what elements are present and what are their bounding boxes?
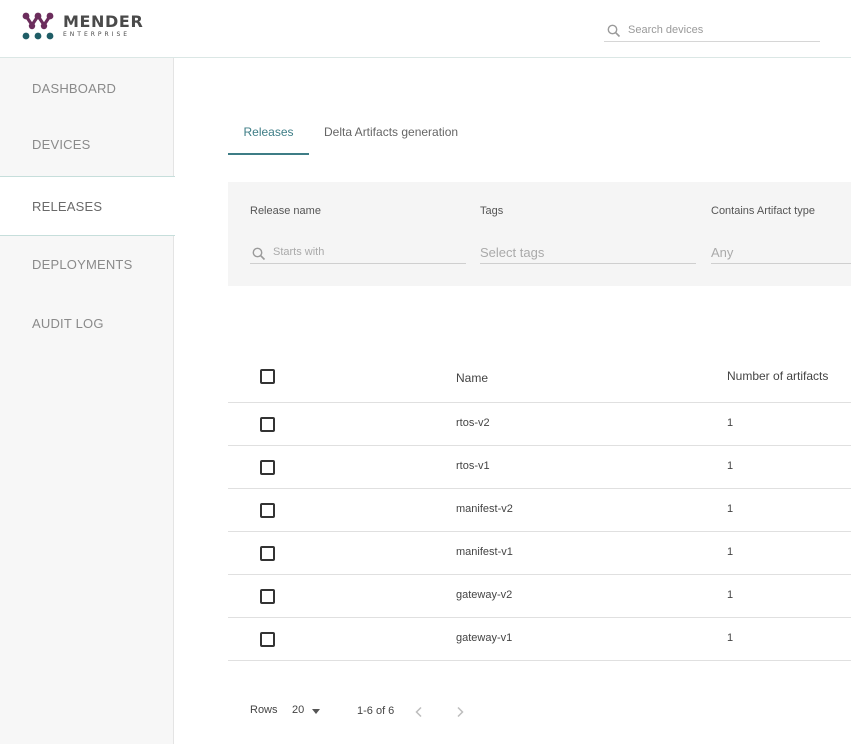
table-row[interactable]: gateway-v1 1	[228, 618, 851, 661]
sidebar-item-label: DASHBOARD	[32, 80, 117, 96]
table-row[interactable]: manifest-v2 1	[228, 489, 851, 532]
release-name: manifest-v1	[456, 546, 513, 558]
filter-panel: Release name Starts with Tags Select tag…	[228, 182, 851, 286]
sidebar-item-label: DEVICES	[32, 136, 91, 152]
table-row[interactable]: manifest-v1 1	[228, 532, 851, 575]
pagination: Rows 20 1-6 of 6	[228, 700, 851, 724]
chevron-left-icon[interactable]	[412, 705, 426, 719]
search-icon	[607, 24, 621, 38]
release-name: rtos-v2	[456, 417, 490, 429]
artifact-count: 1	[727, 589, 734, 601]
artifact-type-select[interactable]: Any	[711, 241, 851, 264]
release-name: rtos-v1	[456, 460, 490, 472]
logo-subtitle: ENTERPRISE	[63, 30, 131, 38]
tags-label: Tags	[480, 205, 504, 217]
caret-down-icon	[312, 708, 321, 714]
sidebar-item-label: DEPLOYMENTS	[32, 256, 133, 272]
table-row[interactable]: rtos-v1 1	[228, 446, 851, 489]
releases-table: Name Number of artifacts rtos-v2 1 rtos-…	[228, 355, 851, 661]
device-search	[604, 19, 820, 42]
release-name-placeholder: Starts with	[273, 246, 325, 258]
sidebar-item-dashboard[interactable]: DASHBOARD	[0, 58, 174, 118]
sidebar-item-deployments[interactable]: DEPLOYMENTS	[0, 234, 174, 294]
row-checkbox[interactable]	[260, 417, 275, 432]
rows-label: Rows	[250, 704, 278, 716]
search-icon	[252, 247, 266, 260]
artifact-count: 1	[727, 632, 734, 644]
table-header: Name Number of artifacts	[228, 355, 851, 403]
row-checkbox[interactable]	[260, 632, 275, 647]
mender-logo-icon	[22, 12, 54, 40]
sidebar-item-audit-log[interactable]: AUDIT LOG	[0, 293, 174, 353]
release-name: gateway-v1	[456, 632, 513, 644]
release-tabs: Releases Delta Artifacts generation	[228, 118, 851, 155]
artifact-count: 1	[727, 417, 734, 429]
sidebar: DASHBOARD DEVICES RELEASES DEPLOYMENTS A…	[0, 58, 175, 744]
sidebar-item-label: RELEASES	[32, 198, 103, 214]
column-header-artifacts[interactable]: Number of artifacts	[727, 369, 828, 383]
release-name: gateway-v2	[456, 589, 513, 601]
rows-per-page-select[interactable]: 20	[292, 704, 321, 716]
row-checkbox[interactable]	[260, 589, 275, 604]
tab-label: Delta Artifacts generation	[324, 125, 459, 139]
tags-placeholder: Select tags	[480, 244, 545, 260]
sidebar-item-devices[interactable]: DEVICES	[0, 114, 174, 174]
release-name: manifest-v2	[456, 503, 513, 515]
tags-select[interactable]: Select tags	[480, 241, 696, 264]
artifact-count: 1	[727, 460, 734, 472]
mender-logo[interactable]: MENDER ENTERPRISE	[22, 12, 143, 40]
table-row[interactable]: gateway-v2 1	[228, 575, 851, 618]
artifact-count: 1	[727, 546, 734, 558]
row-checkbox[interactable]	[260, 546, 275, 561]
tab-delta-artifacts[interactable]: Delta Artifacts generation	[324, 118, 458, 155]
release-name-label: Release name	[250, 205, 321, 217]
table-row[interactable]: rtos-v2 1	[228, 403, 851, 446]
column-header-name[interactable]: Name	[456, 371, 488, 385]
top-header: MENDER ENTERPRISE	[0, 0, 851, 58]
sidebar-item-label: AUDIT LOG	[32, 315, 104, 331]
tab-releases[interactable]: Releases	[228, 118, 309, 155]
row-checkbox[interactable]	[260, 460, 275, 475]
page-range: 1-6 of 6	[357, 705, 395, 717]
rows-per-page-value: 20	[292, 704, 305, 716]
release-name-field[interactable]: Starts with	[250, 241, 466, 264]
chevron-right-icon[interactable]	[453, 705, 467, 719]
select-all-checkbox[interactable]	[260, 369, 275, 384]
search-input[interactable]	[628, 24, 808, 36]
logo-word: MENDER	[63, 11, 144, 31]
logo-text: MENDER ENTERPRISE	[63, 11, 144, 39]
row-checkbox[interactable]	[260, 503, 275, 518]
artifact-type-value: Any	[711, 244, 734, 260]
sidebar-item-releases[interactable]: RELEASES	[0, 176, 175, 236]
artifact-type-label: Contains Artifact type	[711, 205, 815, 217]
tab-label: Releases	[243, 125, 294, 139]
artifact-count: 1	[727, 503, 734, 515]
